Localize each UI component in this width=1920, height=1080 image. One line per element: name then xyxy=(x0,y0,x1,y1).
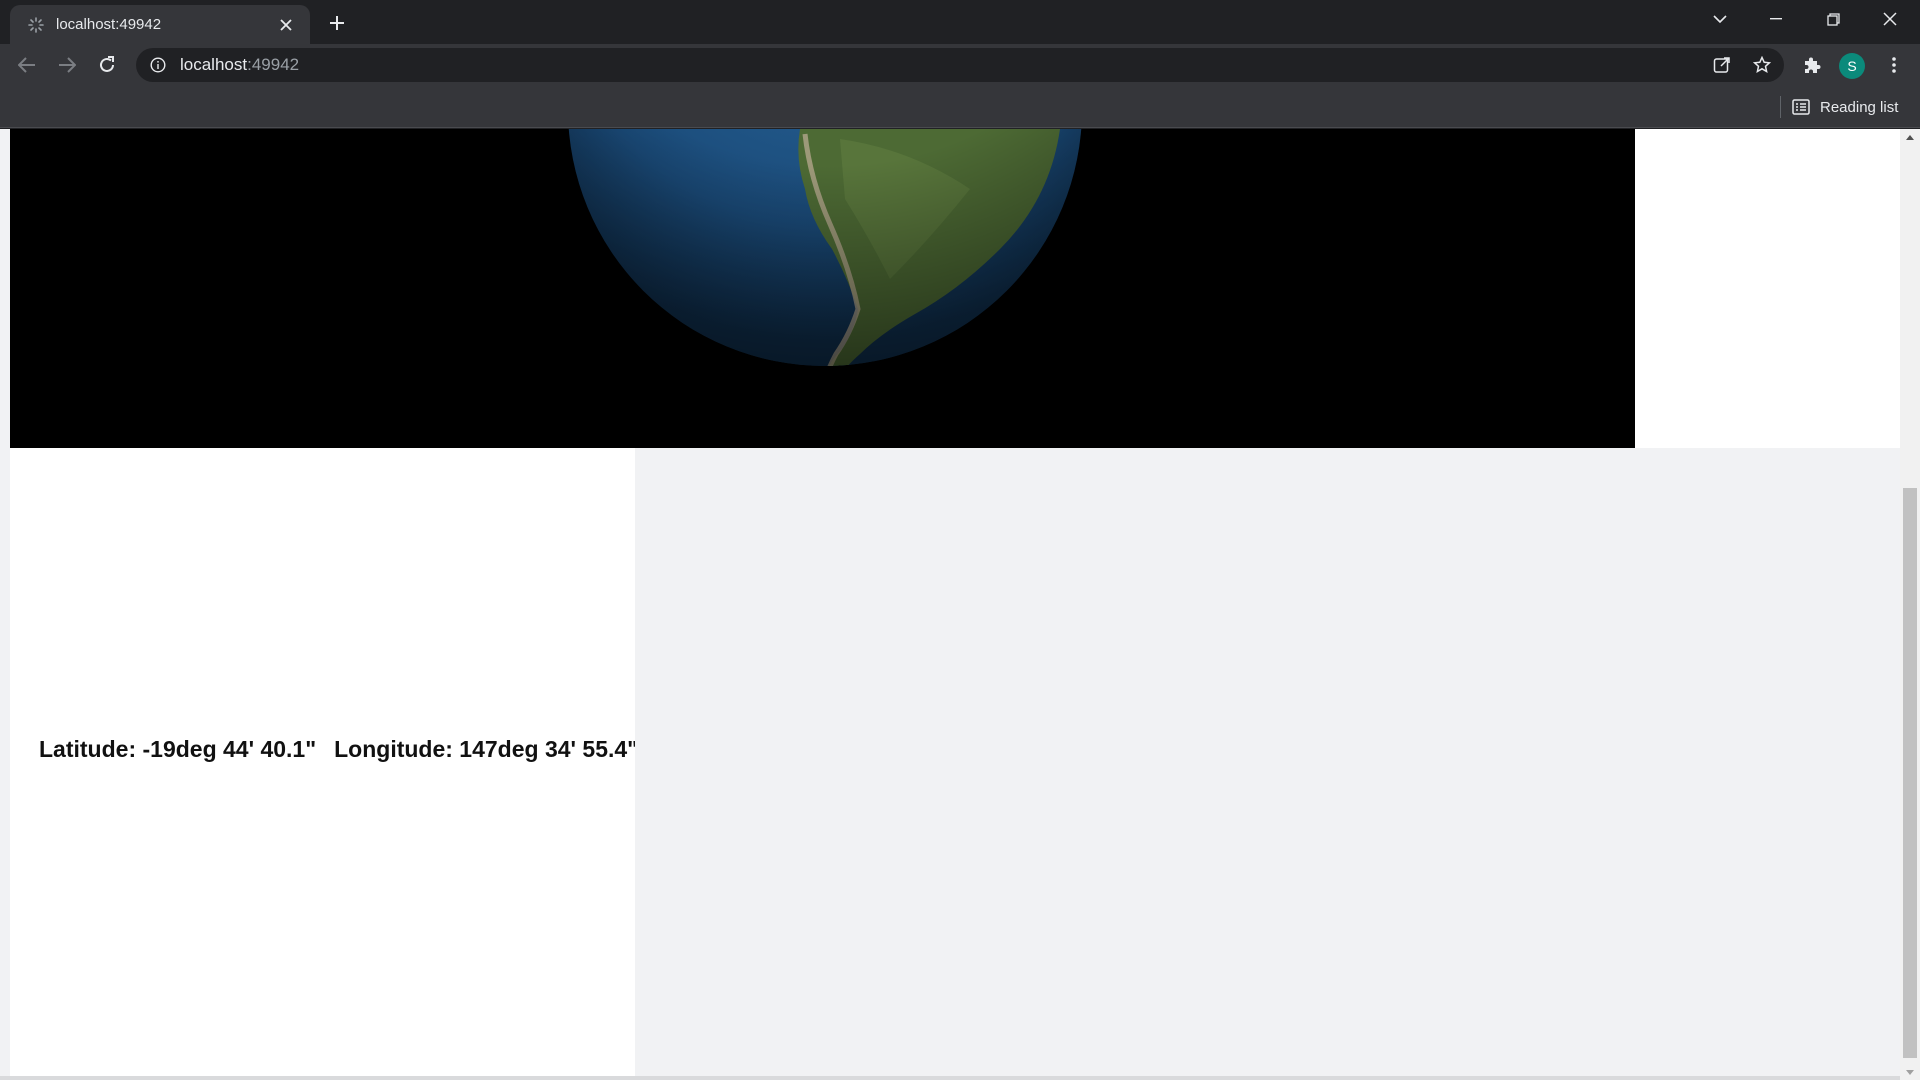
info-icon[interactable] xyxy=(148,55,168,75)
forward-arrow-icon xyxy=(59,57,76,73)
minimize-icon xyxy=(1770,18,1782,20)
scroll-down-arrow[interactable] xyxy=(1900,1064,1920,1080)
plus-icon xyxy=(330,16,344,30)
close-icon[interactable] xyxy=(274,13,298,37)
restore-button[interactable] xyxy=(1805,0,1861,38)
tab-title: localhost:49942 xyxy=(56,16,162,33)
restore-icon xyxy=(1826,12,1840,26)
url-text: localhost:49942 xyxy=(180,55,299,75)
browser-toolbar: localhost:49942 S xyxy=(0,44,1920,86)
back-button[interactable] xyxy=(11,49,43,81)
new-tab-button[interactable] xyxy=(323,9,351,37)
menu-button[interactable] xyxy=(1878,49,1910,81)
triangle-up-icon xyxy=(1906,134,1914,140)
scroll-up-arrow[interactable] xyxy=(1900,129,1920,145)
url-host: localhost xyxy=(180,55,248,74)
reading-list-icon xyxy=(1792,99,1810,115)
longitude-text: Longitude: 147deg 34' 55.4" xyxy=(334,736,639,762)
window-close-button[interactable] xyxy=(1862,0,1918,38)
empty-content-area xyxy=(635,448,1900,1076)
url-port: :49942 xyxy=(247,55,300,74)
forward-button[interactable] xyxy=(51,49,83,81)
reload-icon xyxy=(100,56,114,72)
share-icon xyxy=(1713,57,1730,73)
back-arrow-icon xyxy=(18,57,35,73)
extensions-button[interactable] xyxy=(1796,49,1828,81)
reading-list-label: Reading list xyxy=(1820,98,1899,116)
close-icon xyxy=(1883,12,1897,26)
address-bar[interactable]: localhost:49942 xyxy=(136,48,1784,82)
bookmarks-divider xyxy=(1780,96,1781,118)
browser-tab[interactable]: localhost:49942 xyxy=(10,5,310,44)
page-viewport: Latitude: -19deg 44' 40.1" Longitude: 147… xyxy=(0,129,1920,1080)
star-icon xyxy=(1753,56,1771,74)
loading-favicon-icon xyxy=(26,15,46,35)
right-gutter xyxy=(1635,129,1900,448)
reload-button[interactable] xyxy=(91,49,123,81)
kebab-menu-icon xyxy=(1892,57,1896,73)
page-left-edge xyxy=(0,129,10,1080)
tab-strip: localhost:49942 xyxy=(0,0,1920,44)
earth-globe xyxy=(568,129,1082,366)
bookmarks-bar: Reading list xyxy=(0,86,1920,128)
minimize-button[interactable] xyxy=(1748,0,1804,38)
globe-canvas[interactable] xyxy=(10,129,1635,448)
latitude-text: Latitude: -19deg 44' 40.1" xyxy=(39,736,317,762)
page-bottom-edge xyxy=(0,1076,1900,1080)
coordinate-panel: Latitude: -19deg 44' 40.1" Longitude: 147… xyxy=(10,448,638,1076)
triangle-down-icon xyxy=(1906,1069,1914,1075)
profile-avatar[interactable]: S xyxy=(1839,53,1865,79)
coordinate-readout: Latitude: -19deg 44' 40.1" Longitude: 147… xyxy=(39,736,656,763)
puzzle-icon xyxy=(1805,57,1821,73)
share-button[interactable] xyxy=(1706,49,1738,81)
bookmark-star-button[interactable] xyxy=(1746,49,1778,81)
tab-search-button[interactable] xyxy=(1692,0,1748,38)
chevron-down-icon xyxy=(1713,14,1727,23)
vertical-scrollbar[interactable] xyxy=(1900,129,1920,1080)
reading-list-button[interactable]: Reading list xyxy=(1792,94,1898,120)
scrollbar-thumb[interactable] xyxy=(1903,488,1917,1058)
